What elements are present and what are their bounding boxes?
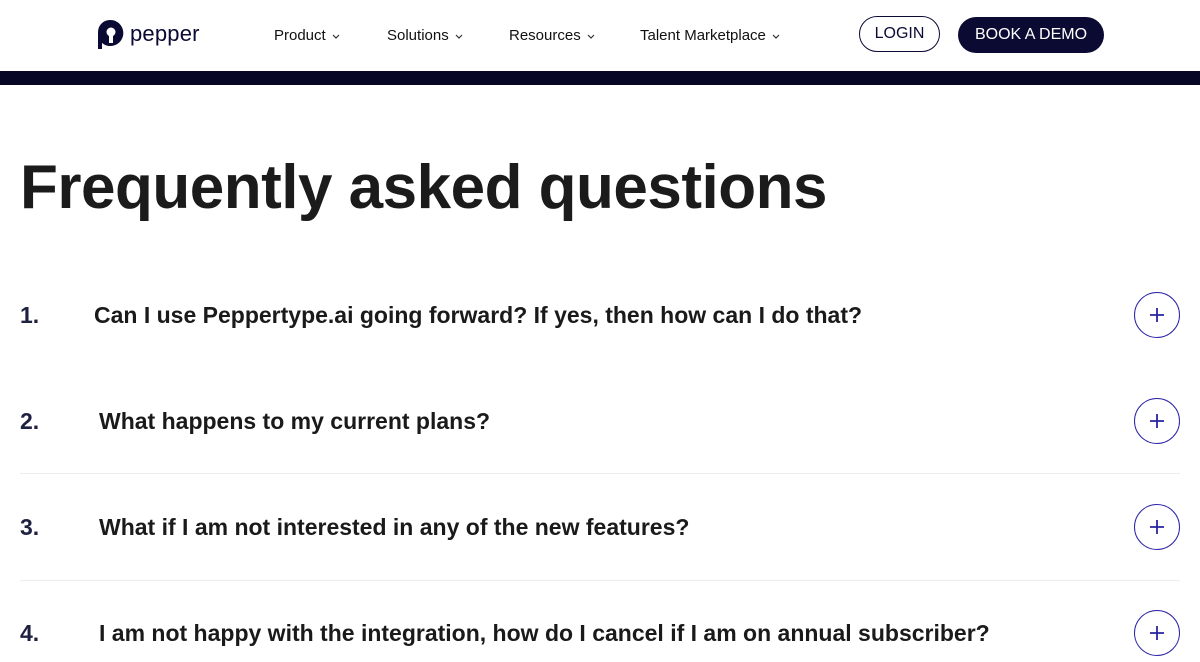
faq-question: What if I am not interested in any of th…: [99, 514, 690, 540]
nav-item-talent-marketplace[interactable]: Talent Marketplace: [640, 25, 781, 45]
plus-icon: [1150, 414, 1164, 428]
faq-number: 3.: [20, 514, 40, 540]
site-header: pepper Product Solutions Resources Talen…: [0, 0, 1200, 71]
nav-item-label: Product: [274, 26, 326, 44]
plus-icon: [1150, 626, 1164, 640]
faq-item[interactable]: 3. What if I am not interested in any of…: [20, 500, 1180, 556]
pepper-logo-icon: [98, 19, 124, 49]
plus-icon: [1150, 520, 1164, 534]
faq-item[interactable]: 2. What happens to my current plans?: [20, 394, 1180, 450]
nav-item-product[interactable]: Product: [274, 25, 341, 45]
faq-expand-button[interactable]: [1134, 504, 1180, 550]
nav-item-label: Talent Marketplace: [640, 26, 766, 44]
faq-divider: [20, 473, 1180, 474]
nav-item-resources[interactable]: Resources: [509, 25, 596, 45]
brand-name: pepper: [130, 21, 200, 46]
faq-expand-button[interactable]: [1134, 292, 1180, 338]
login-button[interactable]: LOGIN: [859, 16, 940, 52]
chevron-down-icon: [455, 34, 463, 39]
faq-expand-button[interactable]: [1134, 398, 1180, 444]
faq-number: 2.: [20, 408, 40, 434]
chevron-down-icon: [332, 34, 340, 39]
chevron-down-icon: [772, 34, 780, 39]
chevron-down-icon: [587, 34, 595, 39]
faq-item[interactable]: 4. I am not happy with the integration, …: [20, 606, 1180, 662]
header-bottom-bar: [0, 71, 1200, 85]
brand-logo[interactable]: pepper: [96, 18, 200, 50]
faq-title: Frequently asked questions: [20, 153, 828, 222]
faq-number: 4.: [20, 620, 40, 646]
nav-item-label: Solutions: [387, 26, 449, 44]
faq-expand-button[interactable]: [1134, 610, 1180, 656]
faq-question: Can I use Peppertype.ai going forward? I…: [94, 302, 863, 328]
faq-question: What happens to my current plans?: [99, 408, 491, 434]
nav-item-solutions[interactable]: Solutions: [387, 25, 464, 45]
nav-item-label: Resources: [509, 26, 581, 44]
faq-number: 1.: [20, 302, 40, 328]
faq-divider: [20, 580, 1180, 581]
plus-icon: [1150, 308, 1164, 322]
faq-question: I am not happy with the integration, how…: [99, 620, 990, 646]
faq-item[interactable]: 1. Can I use Peppertype.ai going forward…: [20, 288, 1180, 344]
book-demo-button[interactable]: BOOK A DEMO: [958, 17, 1104, 53]
